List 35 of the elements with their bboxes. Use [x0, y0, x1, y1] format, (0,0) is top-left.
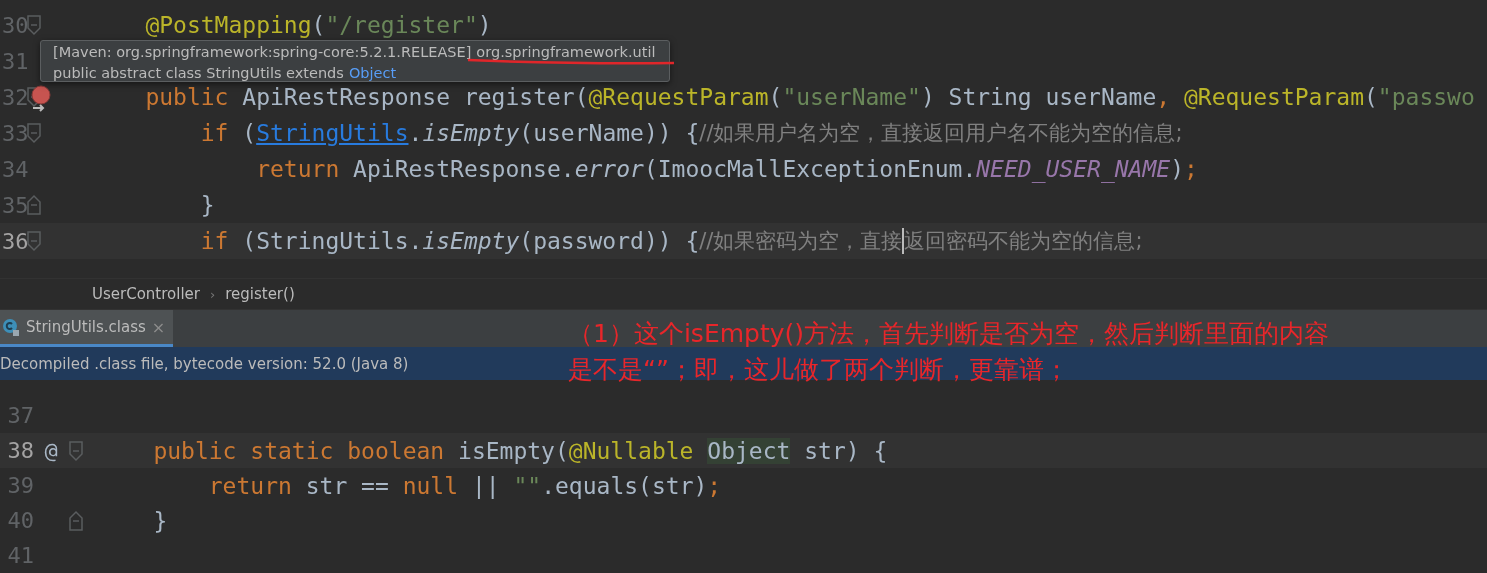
editor-tab[interactable]: StringUtils.class × [0, 310, 174, 347]
line-number: 40 [6, 508, 34, 533]
gutter-mark[interactable]: @ [34, 438, 68, 463]
library-source: [Maven: org.springframework:spring-core:5.2.1.RELEASE] [53, 43, 472, 61]
line-number: 35 [2, 192, 26, 218]
annotation-text: （1）这个isEmpty()方法，首先判断是否为空，然后判断里面的内容 [568, 318, 1329, 350]
class-file-icon [2, 317, 20, 337]
code-line: public static boolean isEmpty(@Nullable Object str) { [152, 437, 888, 464]
annotation-text: 是不是“”；即，这儿做了两个判断，更靠谱； [568, 354, 1070, 386]
line-number: 41 [6, 543, 34, 568]
package-name: org.springframework.util [476, 43, 656, 61]
code-line: } [199, 192, 215, 218]
class-declaration: public abstract class StringUtils extends [53, 64, 344, 82]
line-number: 39 [6, 473, 34, 498]
code-line: @PostMapping("/register") [144, 12, 492, 38]
line-number: 32 [2, 84, 26, 110]
code-line: return ApiRestResponse.error(ImoocMallExceptionEnum.NEED_USER_NAME); [255, 156, 1198, 182]
breadcrumb-separator: › [210, 286, 216, 302]
object-link[interactable]: Object [348, 64, 397, 82]
tab-label: StringUtils.class [26, 318, 146, 336]
method-override-icon[interactable] [30, 84, 52, 114]
code-line: } [152, 507, 168, 534]
code-line: return str == null || "".equals(str); [207, 472, 722, 499]
line-number: 38 [6, 438, 34, 463]
breadcrumb-item[interactable]: register() [225, 285, 295, 303]
code-line: public ApiRestResponse register(@RequestParam("userName") String userName, @RequestParam("passwo [144, 84, 1475, 110]
line-number: 36 [2, 228, 26, 254]
line-number: 31 [2, 48, 26, 74]
line-number: 30 [2, 12, 26, 38]
line-number: 34 [2, 156, 26, 182]
code-line: if (StringUtils.isEmpty(userName)) {//如果用户名为空，直接返回用户名不能为空的信息; [199, 119, 1183, 147]
line-number: 37 [6, 403, 34, 428]
line-number: 33 [2, 120, 26, 146]
code-line: if (StringUtils.isEmpty(password)) {//如果密码为空，直接返回密码不能为空的信息; [199, 227, 1143, 255]
breadcrumb-item[interactable]: UserController [92, 285, 200, 303]
